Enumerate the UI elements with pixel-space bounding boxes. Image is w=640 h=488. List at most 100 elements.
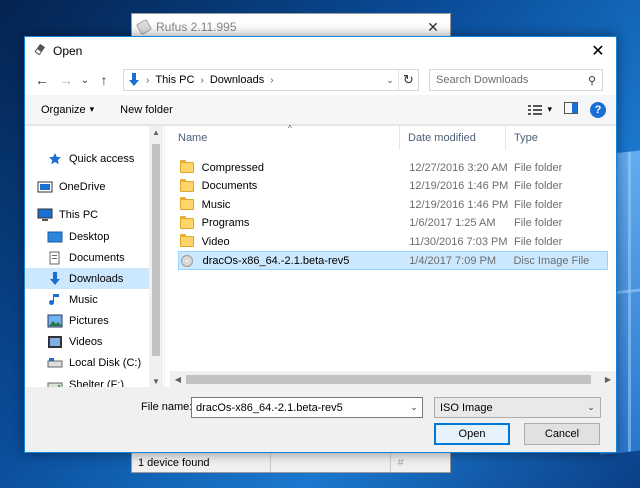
disc-image-icon [181, 254, 197, 267]
address-dropdown-icon[interactable]: ⌄ [382, 75, 398, 86]
caret-down-icon: ▾ [547, 104, 552, 114]
documents-icon [47, 251, 63, 265]
file-name: dracOs-x86_64.-2.1.beta-rev5 [202, 254, 350, 267]
nav-item-music[interactable]: Music [25, 289, 149, 310]
scroll-right-arrow-icon[interactable]: ▶ [600, 371, 616, 388]
file-row[interactable]: Video 11/30/2016 7:03 PM File folder [178, 232, 608, 251]
file-date-modified: 12/19/2016 1:46 PM [409, 180, 509, 193]
scroll-left-arrow-icon[interactable]: ◀ [170, 371, 186, 388]
column-header-date[interactable]: Date modified [400, 126, 506, 150]
file-list-horizontal-scrollbar[interactable]: ◀ ▶ [170, 371, 616, 388]
dialog-footer: File name: dracOs-x86_64.-2.1.beta-rev5 … [25, 387, 616, 452]
rufus-status-bar: 1 device found # [132, 452, 450, 472]
dialog-titlebar[interactable]: Open ✕ [25, 37, 616, 65]
command-bar: Organize ▾ New folder ▾ ? [25, 95, 616, 125]
search-input[interactable]: Search Downloads ⚲ [429, 69, 603, 91]
file-type-select[interactable]: ISO Image ⌄ [434, 397, 601, 418]
search-placeholder: Search Downloads [436, 74, 529, 86]
nav-item-label: Pictures [69, 314, 109, 327]
nav-item-quick-access[interactable]: Quick access [25, 148, 149, 169]
file-row[interactable]: Music 12/19/2016 1:46 PM File folder [178, 195, 608, 214]
nav-item-local-disk-c[interactable]: Local Disk (C:) [25, 352, 149, 373]
column-header-type[interactable]: Type [506, 126, 616, 150]
content-area: Quick access OneDrive This PC Desktop Docume… [25, 124, 616, 391]
folder-icon [180, 197, 196, 211]
nav-item-label: Music [69, 293, 98, 306]
sort-ascending-icon: ^ [288, 124, 292, 133]
download-arrow-icon [124, 73, 144, 87]
close-icon[interactable]: ✕ [580, 37, 616, 65]
breadcrumb-chevron-icon[interactable]: › [268, 75, 275, 86]
file-type: File folder [514, 217, 563, 230]
nav-item-label: Downloads [69, 272, 124, 285]
up-arrow-icon[interactable]: ↑ [93, 69, 115, 91]
column-header-name[interactable]: Name ^ [170, 124, 400, 150]
nav-item-onedrive[interactable]: OneDrive [25, 176, 149, 197]
file-name: Music [201, 198, 231, 211]
address-bar[interactable]: › This PC › Downloads › ⌄ ↻ [123, 69, 419, 91]
disk-icon [47, 356, 63, 370]
nav-item-label: This PC [59, 208, 99, 221]
nav-item-label: Documents [69, 251, 125, 264]
desktop-icon [47, 230, 63, 244]
help-icon[interactable]: ? [590, 101, 606, 118]
nav-item-label: OneDrive [59, 180, 106, 193]
folder-icon [180, 160, 196, 174]
folder-icon [180, 234, 196, 248]
nav-item-pictures[interactable]: Pictures [25, 310, 149, 331]
scroll-down-arrow-icon[interactable]: ▼ [149, 377, 163, 386]
folder-icon [180, 215, 196, 230]
file-row[interactable]: Programs 1/6/2017 1:25 AM File folder [178, 214, 608, 233]
nav-item-desktop[interactable]: Desktop [25, 226, 149, 247]
new-folder-button[interactable]: New folder [120, 104, 173, 116]
nav-pane-scrollbar[interactable]: ▲ ▼ [149, 126, 163, 388]
file-name-input[interactable]: dracOs-x86_64.-2.1.beta-rev5 ⌄ [191, 397, 423, 418]
scrollbar-thumb[interactable] [152, 144, 160, 356]
breadcrumb-chevron-icon[interactable]: › [144, 75, 151, 86]
scrollbar-thumb[interactable] [186, 375, 591, 384]
nav-item-documents[interactable]: Documents [25, 247, 149, 268]
folder-icon [180, 178, 196, 193]
forward-arrow-icon[interactable]: → [55, 69, 77, 91]
cancel-button[interactable]: Cancel [524, 423, 600, 445]
open-button[interactable]: Open [434, 423, 510, 445]
file-date-modified: 12/19/2016 1:46 PM [409, 198, 509, 211]
file-name: Compressed [201, 161, 265, 174]
chevron-down-icon: ⌄ [587, 402, 595, 412]
download-icon [47, 271, 63, 286]
preview-pane-icon[interactable] [564, 102, 578, 117]
navigation-bar: ← → ⌄ ↑ › This PC › Downloads › ⌄ ↻ Sear… [25, 65, 616, 95]
file-row[interactable]: dracOs-x86_64.-2.1.beta-rev5 1/4/2017 7:0… [178, 251, 608, 270]
breadcrumb-downloads[interactable]: Downloads [206, 74, 268, 86]
nav-item-downloads[interactable]: Downloads [25, 268, 149, 289]
file-type-value: ISO Image [440, 401, 493, 414]
file-name-label: File name: [141, 401, 193, 413]
file-name-value: dracOs-x86_64.-2.1.beta-rev5 [196, 401, 343, 414]
file-row[interactable]: Compressed 12/27/2016 3:20 AM File folder [178, 158, 608, 177]
nav-item-label: Local Disk (C:) [69, 356, 142, 369]
rufus-close-icon[interactable]: ✕ [416, 19, 450, 36]
search-icon[interactable]: ⚲ [582, 74, 602, 87]
file-name: Documents [201, 180, 258, 193]
view-options-button[interactable]: ▾ [528, 104, 552, 116]
recent-locations-chevron-icon[interactable]: ⌄ [79, 69, 91, 91]
file-type: File folder [514, 180, 563, 193]
organize-button[interactable]: Organize ▾ [41, 104, 94, 116]
file-type: Disc Image File [513, 254, 590, 267]
rufus-title: Rufus 2.11.995 [156, 20, 237, 34]
file-row[interactable]: Documents 12/19/2016 1:46 PM File folder [178, 177, 608, 196]
file-type: File folder [514, 198, 563, 211]
breadcrumb-this-pc[interactable]: This PC [151, 74, 198, 86]
refresh-icon[interactable]: ↻ [398, 70, 418, 90]
column-name-label: Name [178, 132, 208, 144]
rufus-app-icon [33, 44, 47, 58]
nav-item-this-pc[interactable]: This PC [25, 204, 149, 225]
chevron-down-icon[interactable]: ⌄ [406, 402, 422, 413]
nav-item-videos[interactable]: Videos [25, 331, 149, 352]
breadcrumb-chevron-icon[interactable]: › [198, 75, 205, 86]
scroll-up-arrow-icon[interactable]: ▲ [149, 128, 163, 137]
back-arrow-icon[interactable]: ← [31, 69, 53, 91]
nav-item-label: Quick access [69, 152, 135, 165]
column-headers: Name ^ Date modified Type [170, 124, 616, 150]
hash-icon[interactable]: # [390, 453, 410, 472]
